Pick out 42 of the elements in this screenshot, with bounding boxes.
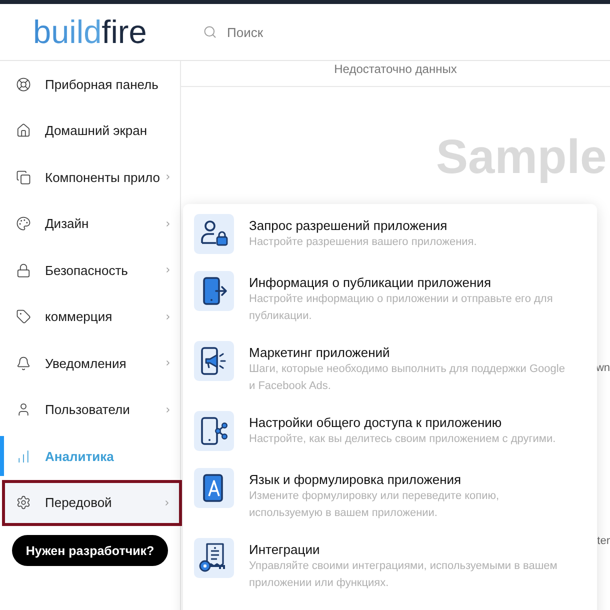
no-data-text: Недостаточно данных	[334, 61, 457, 77]
menu-item-description: Настройте информацию о приложении и отправьте его для публикации.	[249, 292, 554, 324]
sidebar-item[interactable]: Дизайн	[0, 200, 180, 247]
sidebar-item[interactable]: Пользователи	[0, 386, 180, 433]
user-lock-icon	[194, 214, 234, 254]
menu-item-description: Настройте разрешения вашего приложения.	[249, 235, 478, 250]
bar-chart-icon	[16, 448, 31, 464]
menu-item-description: Настройте, как вы делитесь своим приложением с другими.	[249, 432, 557, 447]
menu-item-description: Измените формулировку или переведите копию, используемую в вашем приложении.	[249, 489, 500, 520]
phone-letter-icon	[194, 468, 234, 508]
sidebar-item[interactable]: Уведомления	[0, 340, 180, 386]
tag-icon	[16, 309, 31, 324]
user-icon	[16, 402, 31, 418]
menu-item-title[interactable]: Настройки общего доступа к приложению	[249, 414, 574, 431]
menu-item-description: Управляйте своими интеграциями, используемыми в вашем приложении или функциях.	[249, 559, 558, 590]
sidebar-item[interactable]: Безопасность	[0, 247, 180, 294]
gear-icon	[16, 495, 31, 510]
lifebuoy-icon	[16, 76, 31, 92]
sidebar-item[interactable]: коммерция	[0, 294, 180, 340]
menu-item-description: Шаги, которые необходимо выполнить для поддержки Google и Facebook Ads.	[249, 362, 566, 394]
house-icon	[16, 123, 31, 138]
palette-icon	[16, 216, 31, 232]
phone-share-icon	[194, 411, 234, 451]
bell-icon	[16, 356, 31, 371]
document-key-icon	[194, 538, 234, 578]
menu-item-title[interactable]: Информация о публикации приложения	[249, 274, 574, 291]
search-field[interactable]: Поиск	[227, 21, 547, 43]
cut-off-text: wn	[596, 361, 610, 375]
menu-item-title[interactable]: Маркетинг приложений	[249, 344, 574, 361]
sidebar-item[interactable]: Приборная панель	[0, 61, 180, 108]
sidebar-item[interactable]: Передовой	[2, 480, 182, 526]
menu-item-title[interactable]: Интеграции	[249, 541, 574, 558]
menu-item-title[interactable]: Запрос разрешений приложения	[249, 217, 574, 234]
copy-icon	[16, 170, 31, 185]
sidebar-item[interactable]: Компоненты прило	[0, 154, 180, 200]
sidebar-item[interactable]: Домашний экран	[0, 108, 180, 154]
cut-off-text: ter	[597, 534, 610, 548]
menu-item-title[interactable]: Язык и формулировка приложения	[249, 471, 574, 488]
phone-megaphone-icon	[194, 341, 234, 381]
lock-icon	[16, 262, 31, 278]
developer-button[interactable]: Нужен разработчик?	[12, 535, 168, 566]
search-icon	[203, 25, 217, 39]
